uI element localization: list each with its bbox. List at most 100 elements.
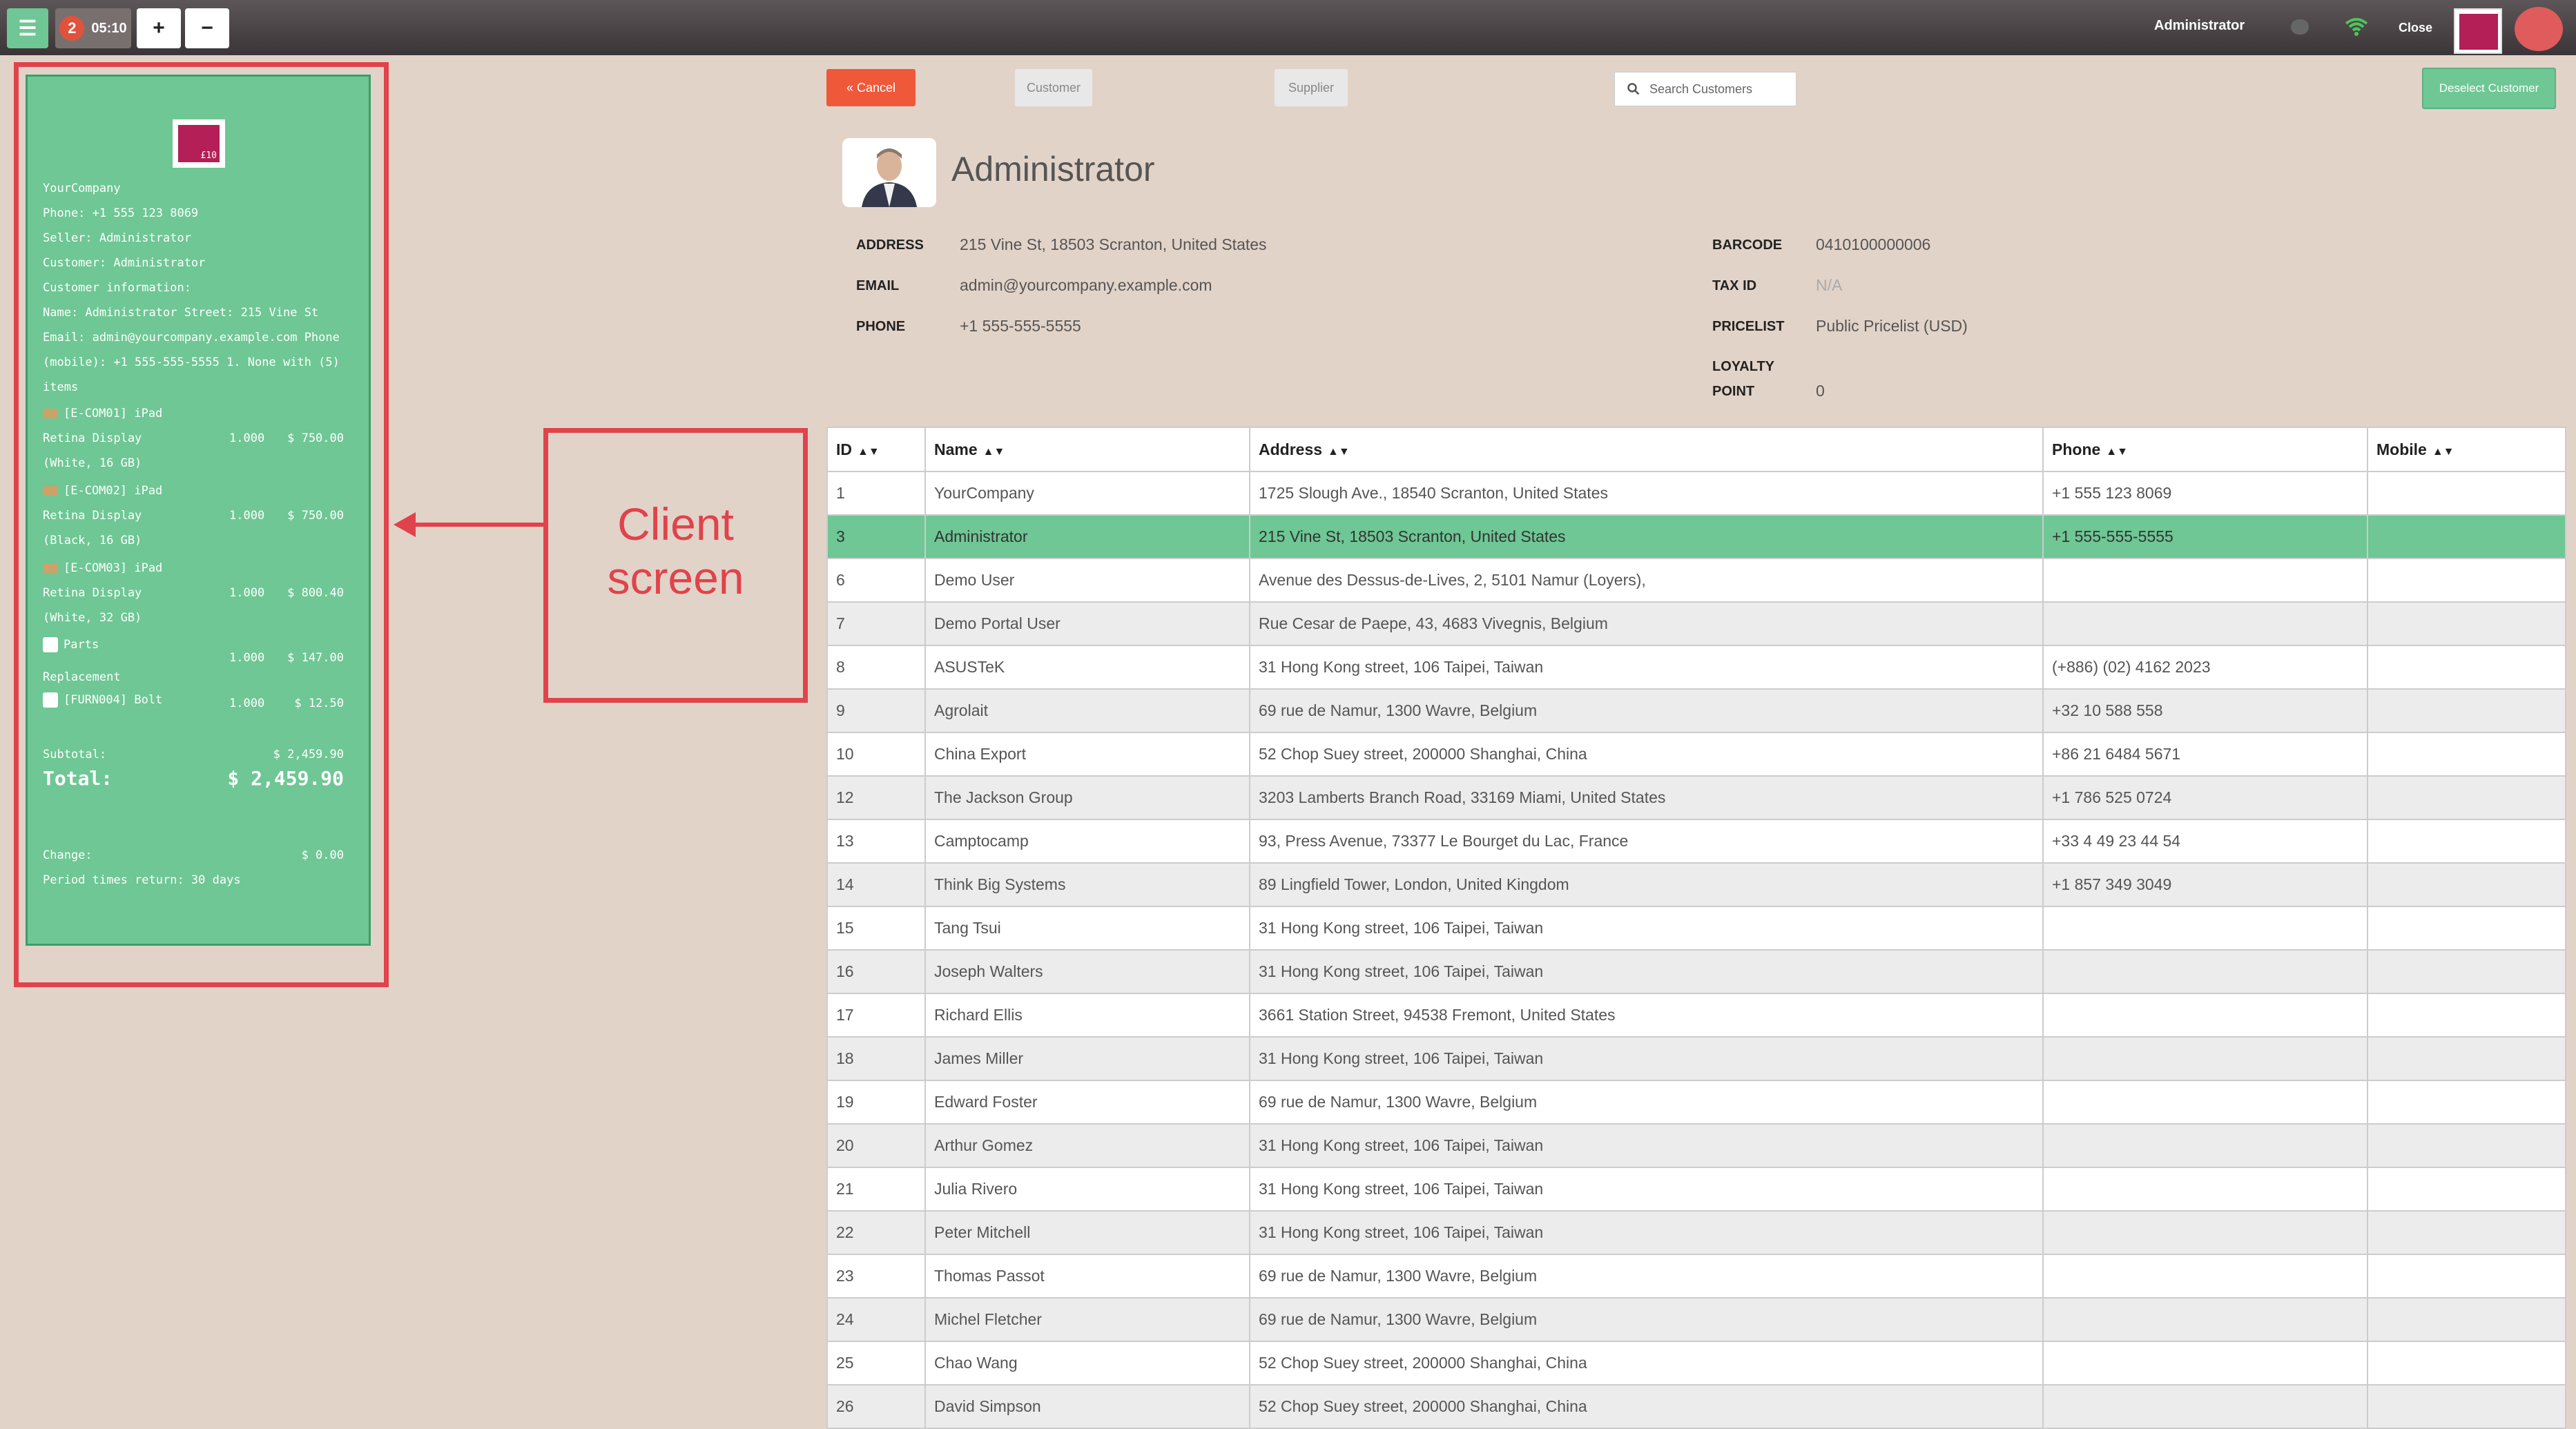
table-row[interactable]: 24 Michel Fletcher 69 rue de Namur, 1300 W… [826, 1297, 2566, 1342]
table-row[interactable]: 15 Tang Tsui 31 Hong Kong street, 106 Taip… [826, 906, 2566, 951]
customer-filter-button[interactable]: Customer [1015, 69, 1092, 106]
table-row[interactable]: 20 Arthur Gomez 31 Hong Kong street, 106 T… [826, 1123, 2566, 1168]
search-icon [1627, 83, 1640, 95]
receipt-phone: Phone: +1 555 123 8069 [43, 206, 199, 220]
cell-phone: +86 21 6484 5671 [2042, 732, 2368, 777]
table-row[interactable]: 3 Administrator 215 Vine St, 18503 Scranto… [826, 514, 2566, 559]
cell-mobile [2367, 688, 2566, 733]
cell-name: James Miller [924, 1036, 1250, 1081]
receipt-item-price: $ 12.50 [294, 697, 344, 710]
cell-name: Peter Mitchell [924, 1210, 1250, 1255]
customer-table: ID ▲▼ Name ▲▼ Address ▲▼ Phone ▲▼ Mobile ▲▼ 1… [826, 427, 2566, 1429]
table-row[interactable]: 16 Joseph Walters 31 Hong Kong street, 106… [826, 949, 2566, 994]
cell-name: David Simpson [924, 1384, 1250, 1429]
cell-id: 25 [826, 1341, 926, 1386]
cell-address: 69 rue de Namur, 1300 Wavre, Belgium [1249, 1080, 2044, 1125]
table-row[interactable]: 14 Think Big Systems 89 Lingfield Tower, L… [826, 862, 2566, 907]
cancel-button[interactable]: « Cancel [826, 69, 916, 106]
cell-address: 31 Hong Kong street, 106 Taipei, Taiwan [1249, 1210, 2044, 1255]
column-header-mobile[interactable]: Mobile ▲▼ [2367, 427, 2566, 472]
deselect-customer-button[interactable]: Deselect Customer [2422, 68, 2556, 109]
return-period: Period times return: 30 days [43, 873, 241, 887]
table-row[interactable]: 23 Thomas Passot 69 rue de Namur, 1300 Wav… [826, 1254, 2566, 1299]
sort-icon: ▲▼ [2106, 445, 2128, 458]
search-input[interactable]: Search Customers [1614, 72, 1797, 106]
barcode-value: 0410100000006 [1816, 235, 1931, 253]
annotation-arrow-head [394, 512, 416, 537]
table-row[interactable]: 8 ASUSTeK 31 Hong Kong street, 106 Taipei,… [826, 645, 2566, 690]
cell-id: 21 [826, 1167, 926, 1212]
cell-name: Richard Ellis [924, 993, 1250, 1038]
cell-id: 13 [826, 819, 926, 864]
cell-mobile [2367, 1080, 2566, 1125]
add-order-button[interactable]: + [137, 8, 181, 48]
total-label: Total: [43, 767, 113, 790]
cell-address: 31 Hong Kong street, 106 Taipei, Taiwan [1249, 1123, 2044, 1168]
cell-mobile [2367, 558, 2566, 603]
address-label: ADDRESS [856, 237, 924, 253]
column-header-id[interactable]: ID ▲▼ [826, 427, 926, 472]
cell-mobile [2367, 949, 2566, 994]
close-button[interactable]: Close [2399, 21, 2432, 35]
table-row[interactable]: 6 Demo User Avenue des Dessus-de-Lives, 2,… [826, 558, 2566, 603]
order-tab[interactable]: 2 05:10 [55, 8, 131, 48]
chat-icon[interactable] [2291, 19, 2309, 35]
user-avatar[interactable] [2515, 7, 2563, 51]
table-row[interactable]: 10 China Export 52 Chop Suey street, 20000… [826, 732, 2566, 777]
table-row[interactable]: 7 Demo Portal User Rue Cesar de Paepe, 43,… [826, 601, 2566, 646]
product-icon [43, 409, 58, 418]
cell-name: Joseph Walters [924, 949, 1250, 994]
annotation-label: Client screen [607, 498, 744, 603]
tax-id-value: N/A [1816, 276, 1843, 294]
cell-phone [2042, 1167, 2368, 1212]
subtotal-label: Subtotal: [43, 748, 107, 761]
receipt-item-name: (Black, 16 GB) [43, 534, 142, 547]
cell-id: 8 [826, 645, 926, 690]
table-row[interactable]: 13 Camptocamp 93, Press Avenue, 73377 Le B… [826, 819, 2566, 864]
cashier-name[interactable]: Administrator [2154, 18, 2245, 34]
total-value: $ 2,459.90 [227, 767, 344, 790]
column-header-address[interactable]: Address ▲▼ [1249, 427, 2044, 472]
column-header-phone[interactable]: Phone ▲▼ [2042, 427, 2368, 472]
table-row[interactable]: 26 David Simpson 52 Chop Suey street, 2000… [826, 1384, 2566, 1429]
cell-phone: +32 10 588 558 [2042, 688, 2368, 733]
order-count-badge: 2 [59, 16, 85, 41]
receipt-item-price: $ 750.00 [287, 431, 344, 445]
cell-mobile [2367, 993, 2566, 1038]
receipt-info-line: (mobile): +1 555-555-5555 1. None with (… [43, 356, 340, 369]
table-row[interactable]: 21 Julia Rivero 31 Hong Kong street, 106 T… [826, 1167, 2566, 1212]
table-row[interactable]: 1 YourCompany 1725 Slough Ave., 18540 Scra… [826, 471, 2566, 516]
table-row[interactable]: 9 Agrolait 69 rue de Namur, 1300 Wavre, Be… [826, 688, 2566, 733]
cell-phone [2042, 601, 2368, 646]
cell-address: 52 Chop Suey street, 200000 Shanghai, Ch… [1249, 1384, 2044, 1429]
cell-id: 15 [826, 906, 926, 951]
receipt: £10 YourCompany Phone: +1 555 123 8069 S… [26, 75, 371, 946]
column-header-name[interactable]: Name ▲▼ [924, 427, 1250, 472]
table-row[interactable]: 18 James Miller 31 Hong Kong street, 106 T… [826, 1036, 2566, 1081]
receipt-item-name: Retina Display [43, 586, 142, 600]
receipt-item-price: $ 750.00 [287, 509, 344, 523]
table-row[interactable]: 17 Richard Ellis 3661 Station Street, 9453… [826, 993, 2566, 1038]
table-row[interactable]: 12 The Jackson Group 3203 Lamberts Branch … [826, 775, 2566, 820]
subtotal-value: $ 2,459.90 [273, 748, 344, 761]
cell-address: Avenue des Dessus-de-Lives, 2, 5101 Namu… [1249, 558, 2044, 603]
table-row[interactable]: 19 Edward Foster 69 rue de Namur, 1300 Wav… [826, 1080, 2566, 1125]
change-value: $ 0.00 [301, 848, 344, 862]
cell-name: ASUSTeK [924, 645, 1250, 690]
loyalty-label: POINT [1712, 384, 1755, 399]
cell-phone [2042, 1384, 2368, 1429]
receipt-item-name: Retina Display [43, 509, 142, 523]
supplier-filter-button[interactable]: Supplier [1275, 69, 1348, 106]
cell-phone [2042, 558, 2368, 603]
customer-avatar [842, 138, 936, 207]
cell-name: Camptocamp [924, 819, 1250, 864]
receipt-item-name: [E-COM01] iPad [43, 407, 162, 420]
table-row[interactable]: 22 Peter Mitchell 31 Hong Kong street, 106… [826, 1210, 2566, 1255]
remove-order-button[interactable]: − [185, 8, 229, 48]
cell-phone [2042, 949, 2368, 994]
menu-icon[interactable]: ☰ [7, 8, 48, 48]
cell-mobile [2367, 645, 2566, 690]
cell-id: 3 [826, 514, 926, 559]
table-row[interactable]: 25 Chao Wang 52 Chop Suey street, 200000 S… [826, 1341, 2566, 1386]
cell-mobile [2367, 1210, 2566, 1255]
